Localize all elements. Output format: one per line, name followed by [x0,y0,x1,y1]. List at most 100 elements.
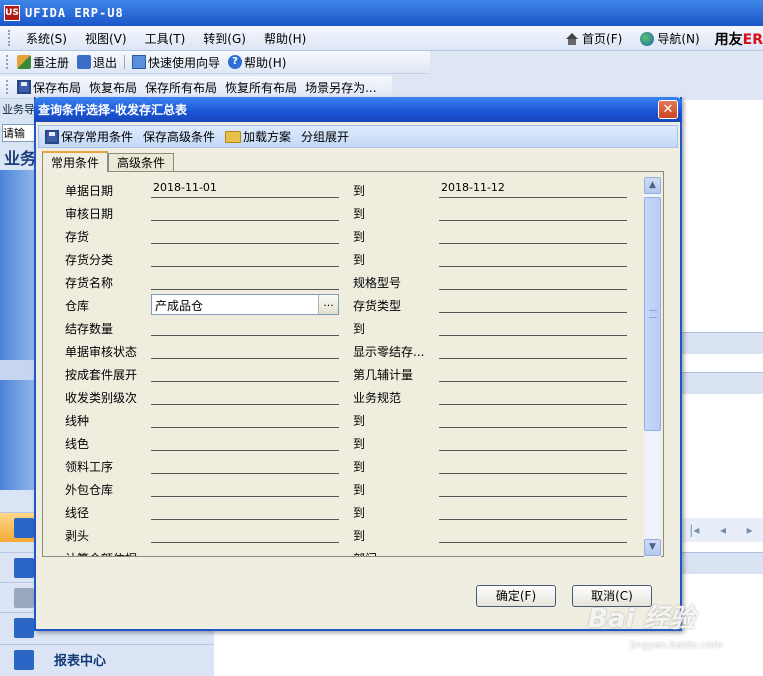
field-input[interactable] [151,432,339,451]
app-titlebar: US UFIDA ERP-U8 [0,0,763,26]
field-input[interactable] [151,455,339,474]
field-to-input[interactable] [439,547,627,556]
quick-wizard-button[interactable]: 快速使用向导 [128,54,224,71]
field-input[interactable] [151,317,339,336]
scroll-thumb[interactable] [644,197,661,431]
first-page-icon[interactable]: |◂ [689,523,699,537]
baidu-watermark-url: jingyan.baidu.com [630,640,723,651]
field-to-input[interactable] [439,271,627,290]
field-label: 计算金额依据 [65,550,137,556]
scroll-down-icon[interactable]: ▼ [644,539,661,556]
toolbar-separator [124,55,126,69]
save-common-conditions-button[interactable]: 保存常用条件 [43,128,141,145]
field-input[interactable] [151,501,339,520]
field-input[interactable] [151,524,339,543]
menubar-grip [8,30,11,46]
field-label: 线色 [65,437,90,451]
field-label: 按成套件展开 [65,368,138,382]
field-label: 剥头 [65,529,90,543]
tab-advanced-conditions[interactable]: 高级条件 [108,153,175,171]
field-to-input[interactable] [439,524,627,543]
home-link[interactable]: 首页(F) [556,30,631,47]
exit-button[interactable]: 退出 [73,54,121,71]
nav-row-report-center[interactable]: 报表中心 [0,644,214,674]
tab-common-conditions[interactable]: 常用条件 [42,151,109,172]
menu-system[interactable]: 系统(S) [17,30,76,47]
field-to-label: 部门 [353,550,377,556]
field-to-input[interactable] [439,225,627,244]
help-button[interactable]: ? 帮助(H) [224,54,290,71]
form-scrollbar[interactable]: ▲ ▼ [644,177,661,557]
field-label: 线种 [65,414,90,428]
menu-tools[interactable]: 工具(T) [136,30,195,47]
field-to-input[interactable] [439,340,627,359]
dialog-titlebar[interactable]: 查询条件选择-收发存汇总表 ✕ [34,97,682,122]
condition-tabs: 常用条件 高级条件 [42,151,175,172]
save-advanced-conditions-button[interactable]: 保存高级条件 [141,128,223,145]
next-page-icon[interactable]: ▸ [747,523,753,537]
menu-goto[interactable]: 转到(G) [194,30,255,47]
field-input[interactable] [151,386,339,405]
field-input[interactable] [151,478,339,497]
menu-view[interactable]: 视图(V) [76,30,136,47]
save-all-layouts-button[interactable]: 保存所有布局 [141,79,221,96]
mail-icon [14,617,34,638]
field-input[interactable] [151,340,339,359]
save-scene-as-button[interactable]: 场景另存为... [301,79,380,96]
field-to-label: 规格型号 [353,276,402,290]
field-to-input[interactable] [439,386,627,405]
warehouse-input[interactable]: 产成品仓... [151,294,339,315]
field-input[interactable] [151,271,339,290]
field-to-input[interactable]: 2018-11-12 [439,179,627,198]
restore-all-layouts-button[interactable]: 恢复所有布局 [221,79,301,96]
field-to-input[interactable] [439,432,627,451]
dialog-close-button[interactable]: ✕ [658,100,678,119]
app-title: UFIDA ERP-U8 [25,6,124,20]
save-layout-button[interactable]: 保存布局 [13,79,85,96]
field-to-label: 到 [353,322,366,336]
field-to-label: 到 [353,253,366,267]
navigation-link[interactable]: 导航(N) [631,30,708,47]
field-to-input[interactable] [439,455,627,474]
reregister-button[interactable]: 重注册 [13,54,73,71]
restore-layout-button[interactable]: 恢复布局 [85,79,141,96]
field-label: 线径 [65,506,90,520]
settings-icon [14,587,34,608]
warehouse-browse-button[interactable]: ... [318,295,338,314]
load-scheme-button[interactable]: 加载方案 [223,128,299,145]
scroll-up-icon[interactable]: ▲ [644,177,661,194]
background-search-input[interactable]: 请输入 [2,124,35,142]
field-to-label: 业务规范 [353,391,402,405]
ok-button[interactable]: 确定(F) [476,585,556,607]
field-to-input[interactable] [439,248,627,267]
group-expand-button[interactable]: 分组展开 [299,128,357,145]
field-to-label: 到 [353,483,366,497]
business-nav-tab[interactable]: 业务导 [2,101,35,119]
field-input[interactable] [151,248,339,267]
field-to-input[interactable] [439,501,627,520]
dialog-title: 查询条件选择-收发存汇总表 [38,103,187,117]
field-input[interactable] [151,547,339,556]
dialog-toolbar: 保存常用条件 保存高级条件 加载方案 分组展开 [38,125,678,148]
field-to-input[interactable] [439,363,627,382]
field-to-input[interactable] [439,294,627,313]
brand-logo: 用友ER [714,31,763,48]
field-to-input[interactable] [439,409,627,428]
field-input[interactable] [151,225,339,244]
field-to-input[interactable] [439,317,627,336]
field-label: 单据审核状态 [65,345,138,359]
field-input[interactable] [151,202,339,221]
workspace-strip [679,332,763,354]
field-input[interactable] [151,409,339,428]
prev-page-icon[interactable]: ◂ [720,523,726,537]
report-icon [14,649,34,670]
field-to-input[interactable] [439,202,627,221]
scroll-grip [649,310,657,318]
field-input[interactable]: 2018-11-01 [151,179,339,198]
query-dialog: 查询条件选择-收发存汇总表 ✕ 保存常用条件 保存高级条件 加载方案 分组展开 … [34,97,682,631]
menu-help[interactable]: 帮助(H) [255,30,315,47]
field-to-input[interactable] [439,478,627,497]
field-label: 审核日期 [65,207,114,221]
save-icon [17,80,31,94]
field-input[interactable] [151,363,339,382]
